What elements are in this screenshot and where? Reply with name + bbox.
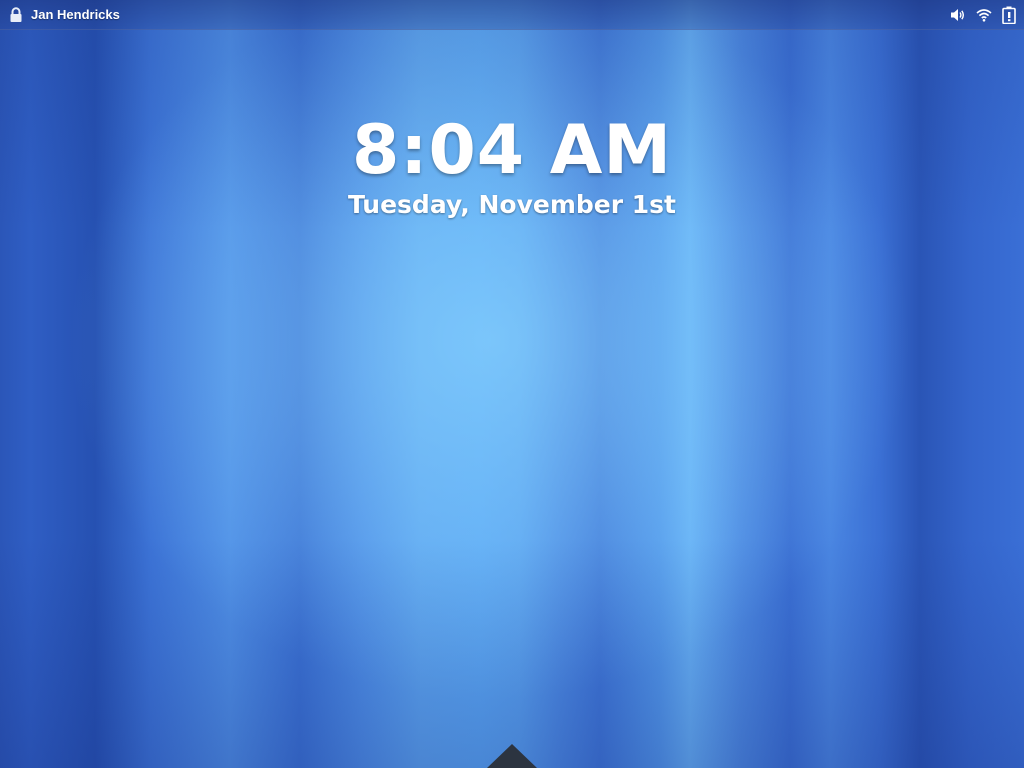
shield-lift-handle[interactable] (487, 743, 537, 768)
battery-icon[interactable] (1002, 6, 1016, 24)
status-area (950, 0, 1016, 30)
clock-date: Tuesday, November 1st (347, 190, 676, 219)
volume-icon[interactable] (950, 8, 966, 22)
user-menu[interactable]: Jan Hendricks (0, 0, 120, 30)
top-panel: Jan Hendricks (0, 0, 1024, 30)
clock-time: 8:04 AM (351, 111, 673, 190)
lock-icon (9, 6, 23, 23)
wifi-icon[interactable] (976, 8, 992, 22)
lock-screen-clock: 8:04 AM Tuesday, November 1st (0, 108, 1024, 220)
user-name: Jan Hendricks (31, 7, 120, 22)
